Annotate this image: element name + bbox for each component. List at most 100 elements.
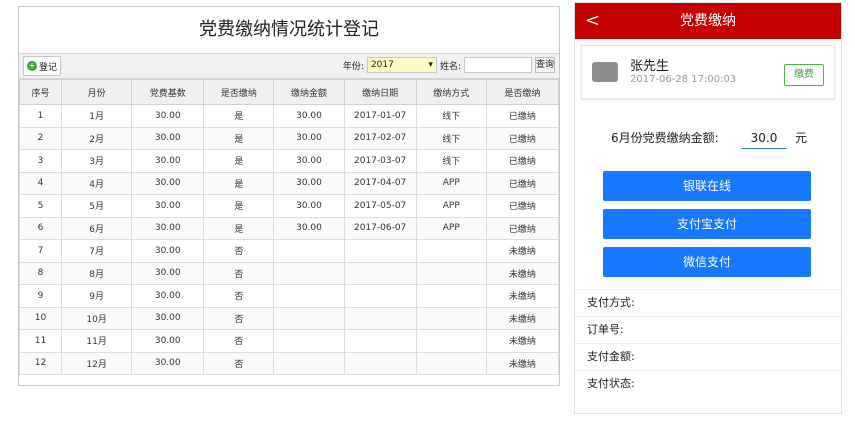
table-row: 2 2月 30.00 是 30.00 2017-02-07 线下 已缴纳 bbox=[18, 126, 560, 150]
table-body: 1 1月 30.00 是 30.00 2017-01-07 线下 已缴纳 2 2月 30.00 是 30… bbox=[18, 104, 560, 375]
table-row: 10 10月 30.00 否 未缴纳 bbox=[18, 306, 560, 330]
table-cell bbox=[415, 351, 487, 375]
table-cell bbox=[273, 329, 345, 353]
mobile-payment-panel: < 党费缴纳 张先生 2017-06-28 17:00:03 缴费 6月份党费缴… bbox=[574, 2, 842, 414]
table-cell bbox=[415, 239, 487, 263]
table-cell: 是 bbox=[203, 194, 275, 218]
query-button[interactable]: 查询 bbox=[535, 57, 555, 73]
table-cell: 1 bbox=[18, 104, 63, 128]
table-cell: 已缴纳 bbox=[485, 126, 560, 150]
table-cell bbox=[273, 239, 345, 263]
user-card: 张先生 2017-06-28 17:00:03 缴费 bbox=[581, 45, 835, 99]
table-cell bbox=[343, 239, 417, 263]
party-fee-register-panel: 党费缴纳情况统计登记 + 登记 年份: 2017 ▾ 姓名: 查询 序号 月份 党费… bbox=[18, 6, 560, 386]
year-label: 年份: bbox=[342, 61, 364, 72]
table-cell bbox=[273, 306, 345, 330]
table-row: 11 11月 30.00 否 未缴纳 bbox=[18, 329, 560, 353]
table-cell: 7 bbox=[18, 239, 63, 263]
order-number-label: 订单号: bbox=[575, 316, 841, 343]
table-cell bbox=[343, 351, 417, 375]
table-cell: 否 bbox=[203, 329, 275, 353]
table-cell: 9月 bbox=[61, 284, 133, 308]
alipay-button[interactable]: 支付宝支付 bbox=[603, 209, 811, 239]
table-cell: 否 bbox=[203, 261, 275, 285]
register-label: 登记 bbox=[39, 62, 58, 73]
table-cell: 30.00 bbox=[131, 126, 205, 150]
unionpay-button[interactable]: 银联在线 bbox=[603, 171, 811, 201]
filter-bar: 年份: 2017 ▾ 姓名: 查询 bbox=[343, 57, 555, 73]
table-row: 5 5月 30.00 是 30.00 2017-05-07 APP 已缴纳 bbox=[18, 194, 560, 218]
table-cell: 6月 bbox=[61, 216, 133, 240]
table-cell: 30.00 bbox=[131, 261, 205, 285]
table-cell: 是 bbox=[203, 126, 275, 150]
table-cell: 8 bbox=[18, 261, 63, 285]
payment-status-label: 支付状态: bbox=[575, 370, 841, 397]
table-cell: 线下 bbox=[415, 126, 487, 150]
table-cell: 1月 bbox=[61, 104, 133, 128]
table-cell: 2017-05-07 bbox=[343, 194, 417, 218]
year-select[interactable]: 2017 ▾ bbox=[366, 57, 437, 73]
table-cell: 3月 bbox=[61, 149, 133, 173]
table-cell: 未缴纳 bbox=[485, 239, 560, 263]
table-cell bbox=[273, 351, 345, 375]
table-cell: 11月 bbox=[61, 329, 133, 353]
table-cell: 4月 bbox=[61, 171, 133, 195]
table-header: 序号 月份 党费基数 是否缴纳 缴纳金额 缴纳日期 缴纳方式 是否缴纳 bbox=[18, 79, 560, 105]
user-name: 张先生 bbox=[630, 59, 670, 74]
table-cell: 否 bbox=[203, 284, 275, 308]
name-label: 姓名: bbox=[439, 61, 461, 72]
table-cell bbox=[415, 329, 487, 353]
table-cell: 30.00 bbox=[131, 149, 205, 173]
table-cell: 30.00 bbox=[273, 171, 345, 195]
toolbar: + 登记 年份: 2017 ▾ 姓名: 查询 bbox=[19, 53, 559, 79]
amount-unit: 元 bbox=[795, 130, 808, 145]
table-cell: 7月 bbox=[61, 239, 133, 263]
table-cell: 3 bbox=[18, 149, 63, 173]
table-cell: 30.00 bbox=[273, 126, 345, 150]
table-cell: 30.00 bbox=[131, 284, 205, 308]
table-cell: 30.00 bbox=[273, 149, 345, 173]
table-cell: 未缴纳 bbox=[485, 306, 560, 330]
register-button[interactable]: + 登记 bbox=[23, 56, 62, 76]
table-cell: APP bbox=[415, 194, 487, 218]
table-row: 8 8月 30.00 否 未缴纳 bbox=[18, 261, 560, 285]
fee-table: 序号 月份 党费基数 是否缴纳 缴纳金额 缴纳日期 缴纳方式 是否缴纳 1 1月 30.00 是 30… bbox=[18, 79, 560, 375]
user-timestamp: 2017-06-28 17:00:03 bbox=[630, 74, 737, 85]
table-cell bbox=[273, 261, 345, 285]
table-cell: 是 bbox=[203, 104, 275, 128]
column-header: 月份 bbox=[61, 79, 133, 105]
table-cell: 已缴纳 bbox=[485, 216, 560, 240]
table-cell: 8月 bbox=[61, 261, 133, 285]
page-title: 党费缴纳情况统计登记 bbox=[199, 19, 379, 40]
amount-input[interactable]: 30.0 bbox=[741, 126, 787, 149]
amount-row: 6月份党费缴纳金额: 30.0 元 bbox=[575, 123, 841, 151]
column-header: 缴纳金额 bbox=[273, 79, 345, 105]
table-cell: 2017-03-07 bbox=[343, 149, 417, 173]
column-header: 缴纳方式 bbox=[415, 79, 487, 105]
table-cell bbox=[273, 284, 345, 308]
pay-fee-button[interactable]: 缴费 bbox=[784, 64, 824, 86]
mobile-header-title: 党费缴纳 bbox=[680, 13, 736, 29]
table-cell: 30.00 bbox=[273, 104, 345, 128]
table-cell: 30.00 bbox=[131, 329, 205, 353]
name-input[interactable] bbox=[464, 57, 532, 73]
table-cell: 2017-01-07 bbox=[343, 104, 417, 128]
column-header: 是否缴纳 bbox=[203, 79, 275, 105]
table-row: 6 6月 30.00 是 30.00 2017-06-07 APP 已缴纳 bbox=[18, 216, 560, 240]
table-cell: 30.00 bbox=[131, 171, 205, 195]
table-cell: 未缴纳 bbox=[485, 284, 560, 308]
table-cell: 是 bbox=[203, 216, 275, 240]
table-row: 1 1月 30.00 是 30.00 2017-01-07 线下 已缴纳 bbox=[18, 104, 560, 128]
table-cell: APP bbox=[415, 171, 487, 195]
table-cell: 是 bbox=[203, 171, 275, 195]
wechat-pay-button[interactable]: 微信支付 bbox=[603, 247, 811, 277]
table-cell: 12 bbox=[18, 351, 63, 375]
table-cell: 否 bbox=[203, 351, 275, 375]
chevron-down-icon: ▾ bbox=[428, 60, 433, 70]
table-cell: 30.00 bbox=[131, 306, 205, 330]
table-cell: 30.00 bbox=[131, 239, 205, 263]
table-row: 12 12月 30.00 否 未缴纳 bbox=[18, 351, 560, 375]
table-cell: APP bbox=[415, 216, 487, 240]
back-icon[interactable]: < bbox=[585, 3, 600, 39]
table-cell: 未缴纳 bbox=[485, 329, 560, 353]
